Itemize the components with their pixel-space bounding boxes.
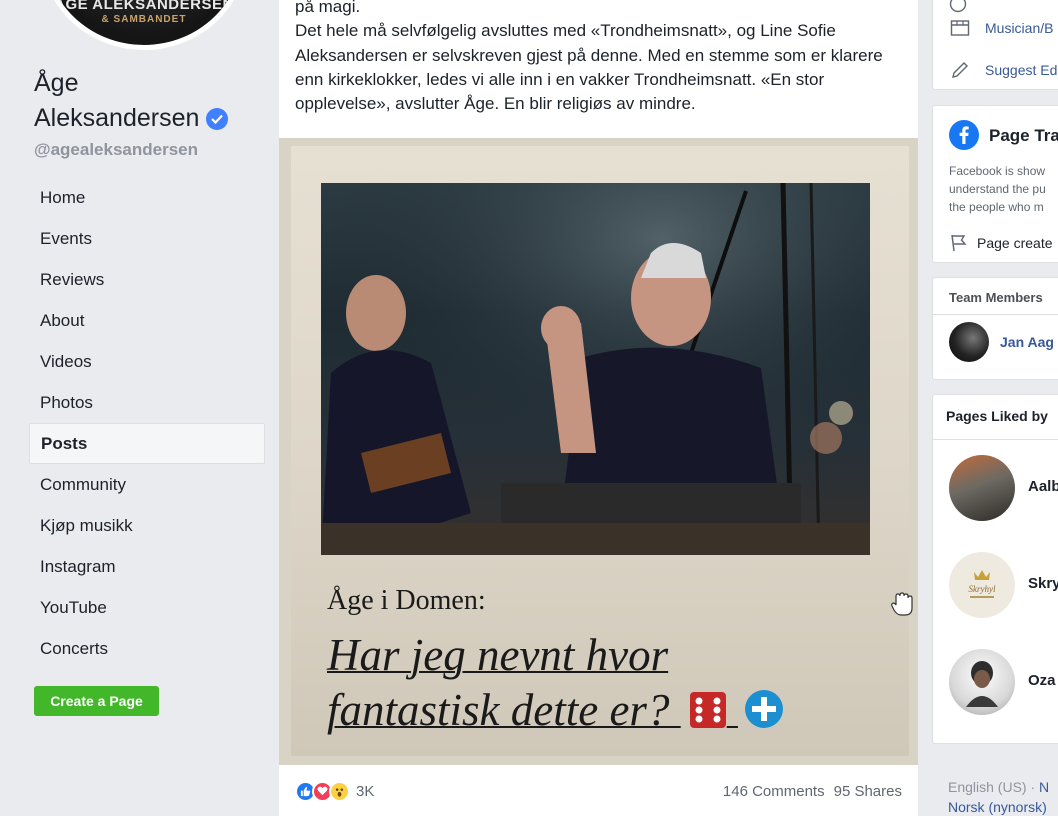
pages-liked-title: Pages Liked by (946, 408, 1048, 424)
page-transparency-card: Page Tra Facebook is show understand the… (932, 105, 1058, 263)
team-member-name[interactable]: Jan Aag (1000, 334, 1054, 350)
nav-item-posts[interactable]: Posts (29, 423, 265, 464)
logo-line1: ÅGE ALEKSANDERSEN (54, 0, 234, 13)
photo-headline: Har jeg nevnt hvor fantastisk dette er? (327, 628, 847, 742)
left-sidebar: ÅGE ALEKSANDERSEN & SAMBANDET Åge Aleksa… (0, 0, 279, 816)
reactions-count[interactable]: 3K (356, 783, 374, 800)
storefront-icon (949, 19, 971, 37)
pages-liked-card: Pages Liked by Aalb Skryhyl Skry Oza (932, 394, 1058, 744)
page-created-row[interactable]: Page create (949, 233, 1053, 253)
page-created-text: Page create (977, 235, 1053, 251)
nav-item-videos[interactable]: Videos (29, 341, 265, 382)
language-link-2[interactable]: Norsk (nynorsk) (948, 799, 1047, 815)
reactions-bar: 3K 146 Comments 95 Shares (295, 778, 902, 804)
transparency-text-2: understand the pu (949, 182, 1046, 196)
post-paragraph-2: Det hele må selvfølgelig avsluttes med «… (295, 21, 883, 114)
category-row[interactable]: Musician/B (949, 19, 1053, 37)
pencil-icon (949, 61, 971, 79)
post-paragraph-1: på magi. (295, 0, 361, 16)
right-sidebar: Musician/B Suggest Ed Page Tra Facebook … (932, 0, 1058, 816)
svg-text:Skryhyl: Skryhyl (969, 584, 996, 594)
team-member-avatar[interactable] (949, 322, 989, 362)
wow-reaction-icon (329, 780, 350, 802)
liked-page-name-2[interactable]: Skry (1028, 575, 1058, 592)
category-link[interactable]: Musician/B (985, 20, 1053, 36)
language-link-1[interactable]: N (1039, 779, 1049, 795)
concert-photo (321, 183, 870, 555)
nav-item-community[interactable]: Community (29, 464, 265, 505)
profile-picture[interactable]: ÅGE ALEKSANDERSEN & SAMBANDET (40, 0, 248, 50)
language-footer: English (US) · N Norsk (nynorsk) (948, 777, 1049, 816)
nav-item-youtube[interactable]: YouTube (29, 587, 265, 628)
page-title-line1: Åge (34, 69, 79, 97)
transparency-title[interactable]: Page Tra (989, 126, 1058, 146)
nav-item-photos[interactable]: Photos (29, 382, 265, 423)
shares-count[interactable]: 95 Shares (834, 783, 902, 800)
create-page-button[interactable]: Create a Page (34, 686, 159, 716)
globe-icon (949, 0, 967, 18)
page-title[interactable]: Åge Aleksandersen (34, 66, 229, 136)
post-card: på magi. Det hele må selvfølgelig avslut… (279, 0, 918, 816)
logo-line2: & SAMBANDET (101, 14, 187, 25)
nav-item-home[interactable]: Home (29, 177, 265, 218)
suggest-edits-row[interactable]: Suggest Ed (949, 61, 1057, 79)
transparency-text-3: the people who m (949, 200, 1044, 214)
liked-page-name-1[interactable]: Aalb (1028, 478, 1058, 495)
facebook-logo-icon (949, 120, 979, 155)
nav-item-instagram[interactable]: Instagram (29, 546, 265, 587)
team-members-title: Team Members (949, 290, 1043, 305)
liked-page-avatar-2[interactable]: Skryhyl (949, 552, 1015, 618)
team-members-card: Team Members Jan Aag (932, 277, 1058, 380)
hand-cursor-icon (890, 591, 914, 622)
nav-item-kjop-musikk[interactable]: Kjøp musikk (29, 505, 265, 546)
page-nav: Home Events Reviews About Videos Photos … (29, 177, 265, 669)
plus-circle-icon (744, 687, 784, 742)
liked-page-avatar-3[interactable] (949, 649, 1015, 715)
comments-count[interactable]: 146 Comments (723, 783, 825, 800)
page-handle[interactable]: @agealeksandersen (34, 140, 198, 160)
flag-icon (949, 233, 969, 253)
nav-item-events[interactable]: Events (29, 218, 265, 259)
post-text: på magi. Det hele må selvfølgelig avslut… (295, 0, 895, 116)
post-photo[interactable]: Åge i Domen: Har jeg nevnt hvor fantasti… (279, 138, 918, 765)
transparency-text-1: Facebook is show (949, 164, 1046, 178)
reaction-icons[interactable] (295, 780, 350, 802)
nav-item-concerts[interactable]: Concerts (29, 628, 265, 669)
nav-item-about[interactable]: About (29, 300, 265, 341)
liked-page-name-3[interactable]: Oza (1028, 672, 1056, 689)
photo-kicker: Åge i Domen: (327, 585, 486, 616)
suggest-edits-link[interactable]: Suggest Ed (985, 62, 1057, 78)
current-language: English (US) · (948, 779, 1040, 795)
about-card: Musician/B Suggest Ed (932, 0, 1058, 90)
photo-headline-text: Har jeg nevnt hvor fantastisk dette er? (327, 630, 670, 735)
nav-item-reviews[interactable]: Reviews (29, 259, 265, 300)
verified-badge-icon (206, 107, 229, 130)
dice-icon (689, 687, 727, 742)
page-title-line2: Aleksandersen (34, 104, 200, 132)
liked-page-avatar-1[interactable] (949, 455, 1015, 521)
